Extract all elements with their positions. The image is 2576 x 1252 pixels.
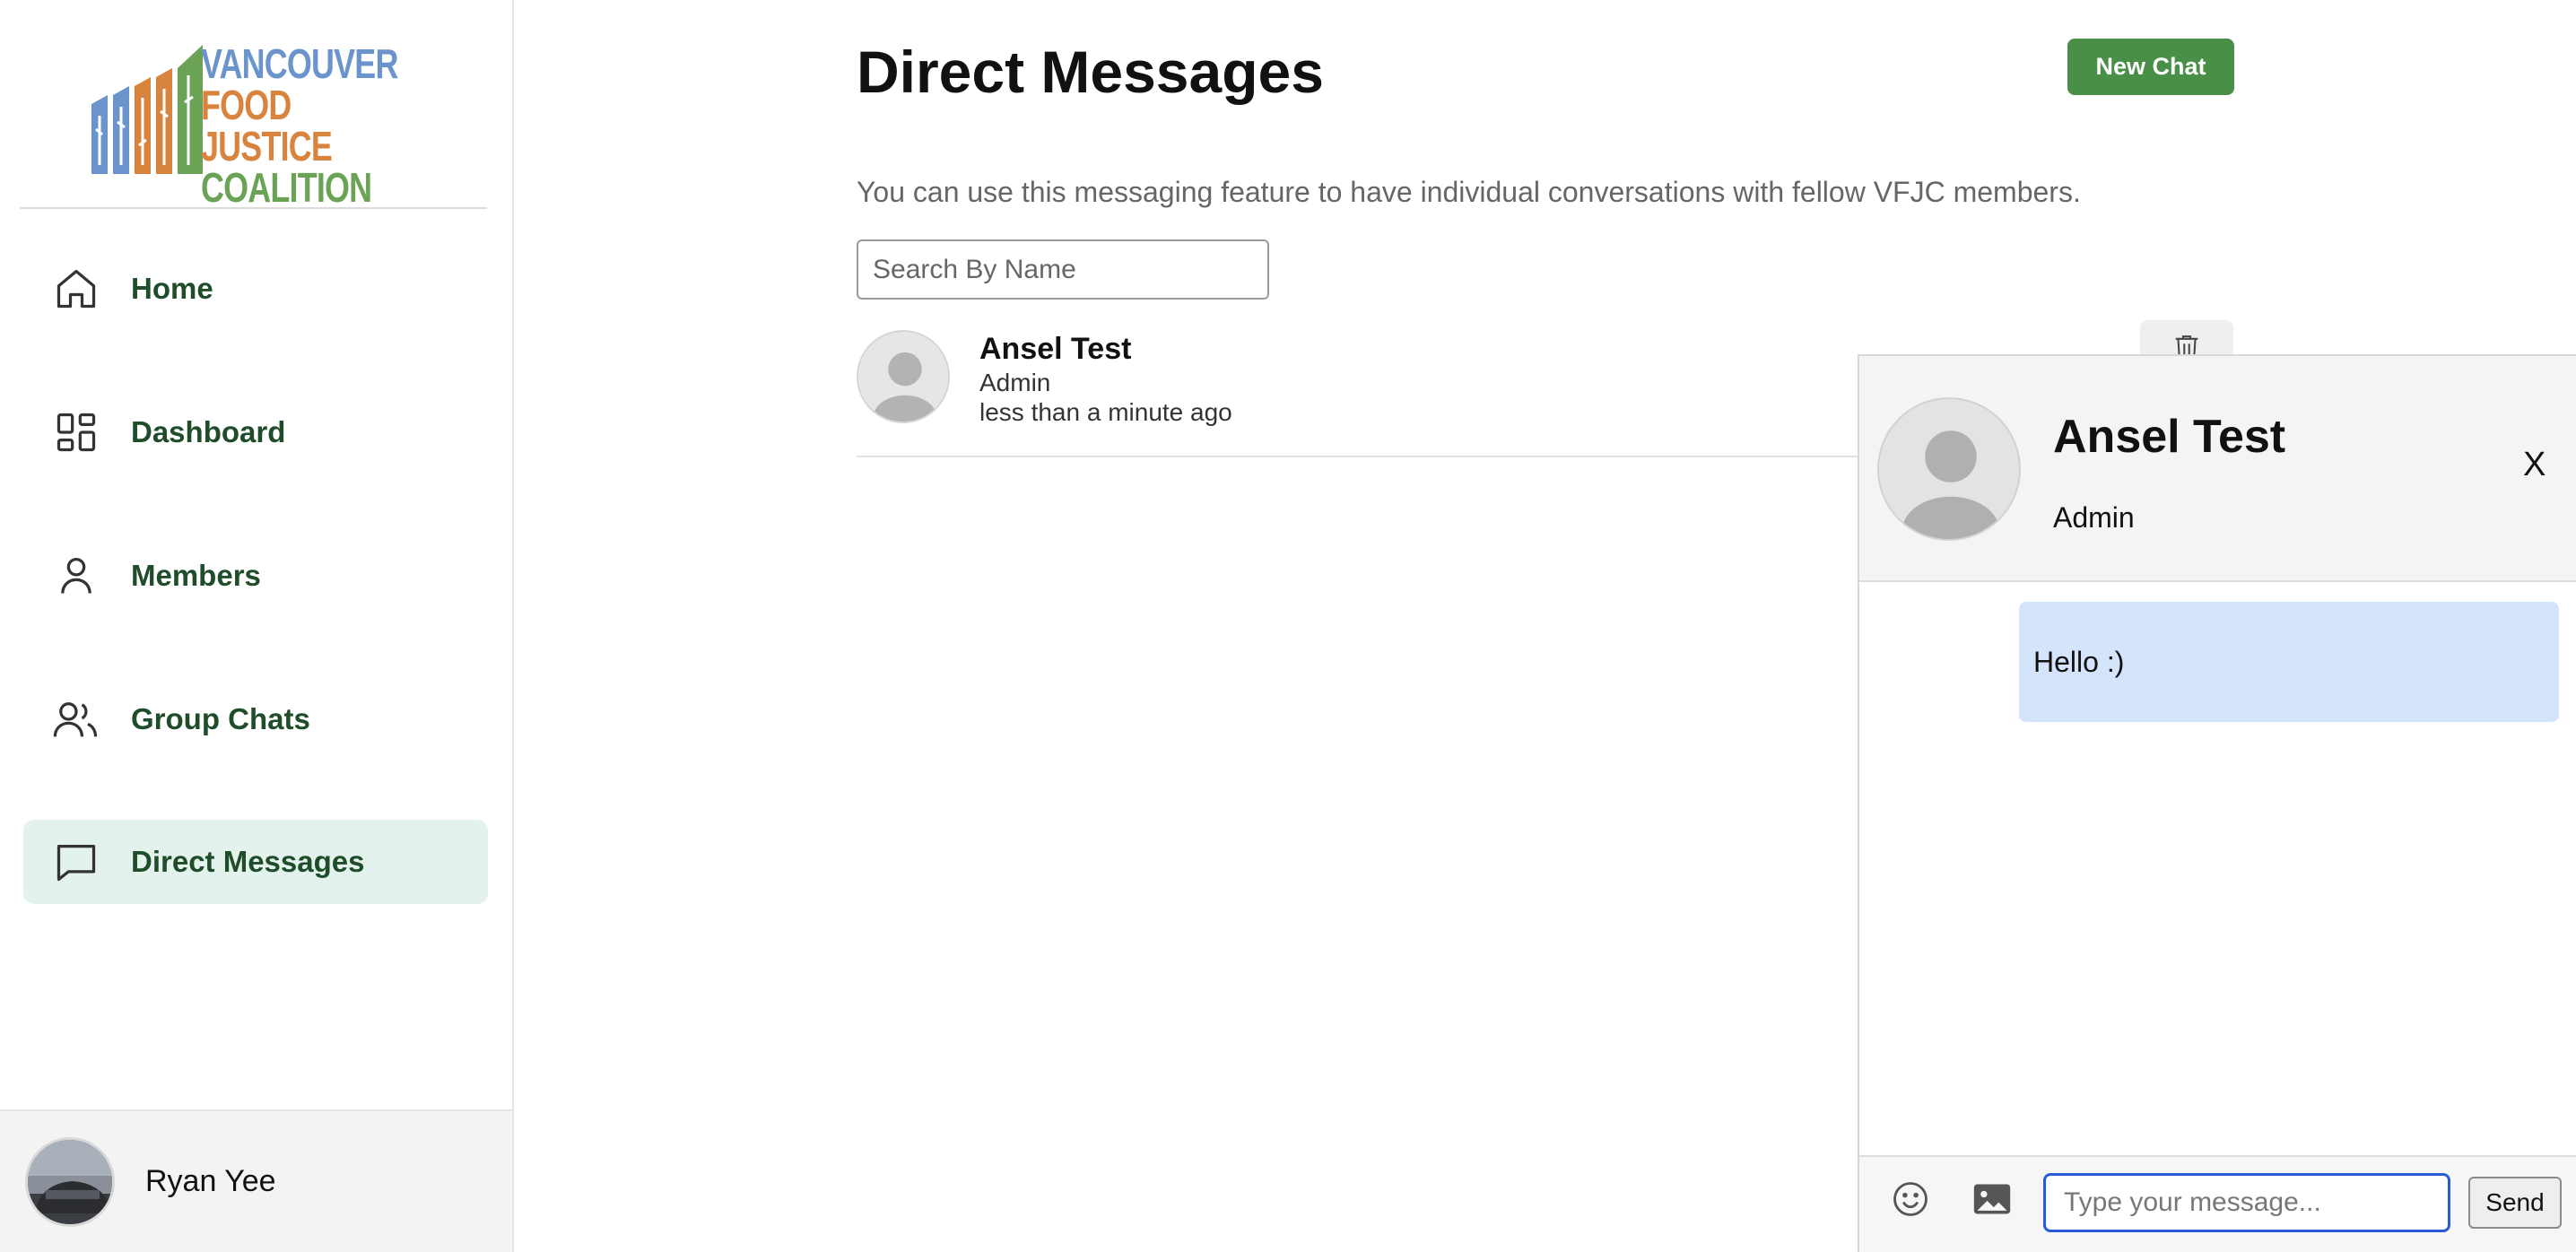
- logo-line-3: COALITION: [201, 164, 372, 211]
- image-icon[interactable]: [1972, 1182, 2012, 1216]
- person-icon: [50, 550, 102, 602]
- people-icon: [50, 693, 102, 745]
- search-input[interactable]: [857, 239, 1269, 300]
- message-icon: [50, 836, 102, 888]
- page-title: Direct Messages: [857, 39, 1324, 105]
- chat-contact-name: Ansel Test: [2053, 411, 2286, 463]
- user-name: Ryan Yee: [145, 1164, 276, 1198]
- avatar[interactable]: [25, 1136, 115, 1227]
- logo-line-2: FOOD JUSTICE: [201, 82, 333, 170]
- emoji-icon[interactable]: [1892, 1180, 1929, 1218]
- logo-line-1: VANCOUVER: [201, 40, 398, 87]
- chat-contact-role: Admin: [2053, 501, 2135, 534]
- page-description: You can use this messaging feature to ha…: [857, 176, 2081, 208]
- avatar: [1877, 397, 2021, 541]
- send-button[interactable]: Send: [2468, 1177, 2562, 1229]
- sidebar-item-direct-messages[interactable]: Direct Messages: [23, 820, 488, 904]
- sidebar-item-dashboard[interactable]: Dashboard: [23, 390, 488, 474]
- avatar: [857, 330, 950, 423]
- close-chat-button[interactable]: X: [2523, 446, 2546, 484]
- message-bubble: Hello :): [2019, 602, 2559, 722]
- sidebar-item-home[interactable]: Home: [23, 247, 488, 331]
- chat-header: Ansel Test Admin X: [1859, 356, 2576, 582]
- new-chat-button[interactable]: New Chat: [2067, 39, 2234, 95]
- user-profile[interactable]: Ryan Yee: [0, 1109, 512, 1252]
- sidebar-item-group-chats[interactable]: Group Chats: [23, 677, 488, 761]
- sidebar-divider: [20, 207, 487, 209]
- sidebar-item-label: Group Chats: [131, 702, 310, 735]
- sidebar-item-label: Members: [131, 559, 261, 592]
- logo-bars-icon: [91, 45, 203, 174]
- message-input[interactable]: [2043, 1173, 2450, 1232]
- sidebar-item-members[interactable]: Members: [23, 534, 488, 618]
- home-icon: [50, 263, 102, 315]
- vfjc-logo[interactable]: VANCOUVER FOOD JUSTICE COALITION: [88, 39, 429, 208]
- dashboard-icon: [50, 406, 102, 458]
- sidebar-item-label: Home: [131, 272, 213, 305]
- sidebar: VANCOUVER FOOD JUSTICE COALITION Home Da…: [0, 0, 514, 1252]
- sidebar-item-label: Dashboard: [131, 415, 286, 448]
- conversation-time: less than a minute ago: [979, 398, 1232, 426]
- conversation-role: Admin: [979, 369, 1051, 396]
- sidebar-item-label: Direct Messages: [131, 845, 365, 878]
- logo-text: VANCOUVER FOOD JUSTICE COALITION: [201, 43, 398, 208]
- conversation-name: Ansel Test: [979, 332, 1132, 366]
- chat-panel: Ansel Test Admin X Hello :) Send: [1858, 354, 2576, 1252]
- message-composer: Send: [1859, 1155, 2576, 1252]
